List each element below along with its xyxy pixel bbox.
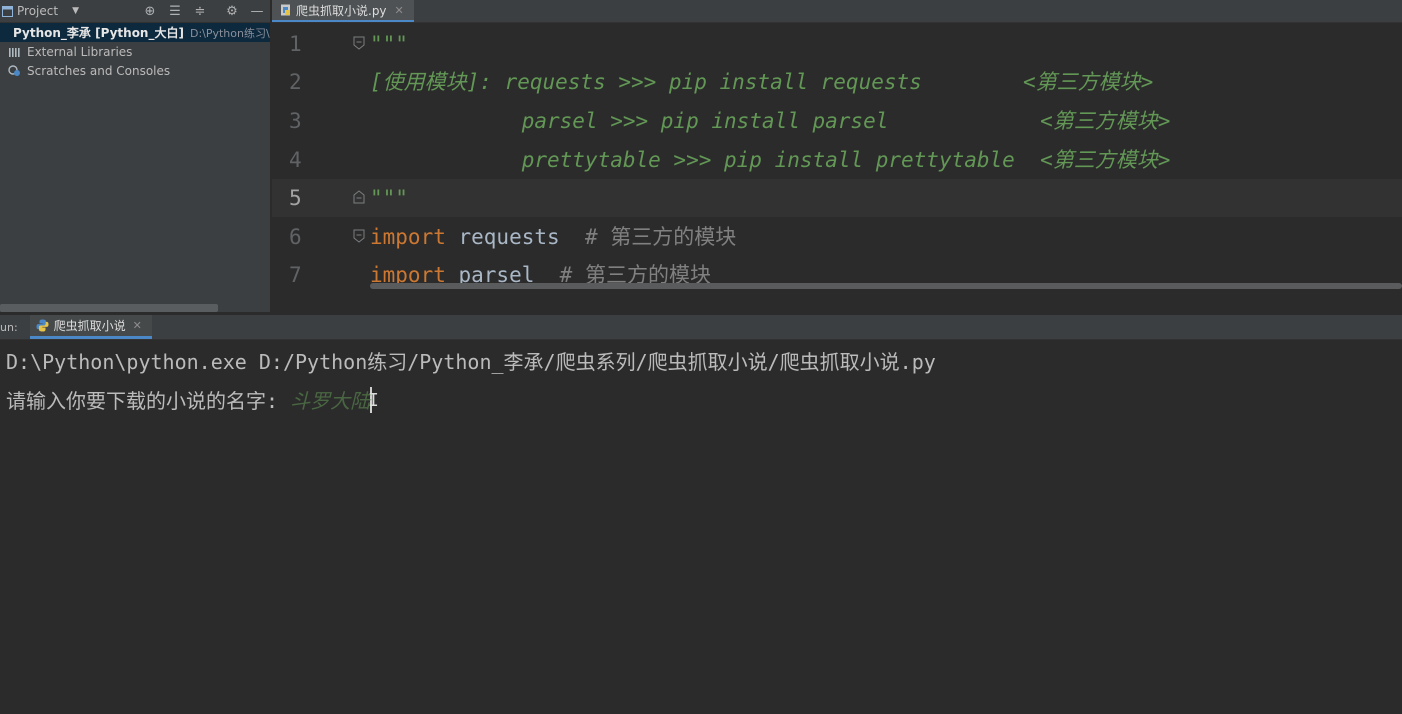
docstring-text: [使用模块]: requests >>> pip install request… [370, 70, 1154, 94]
code-line: 2 [使用模块]: requests >>> pip install reque… [272, 63, 1402, 101]
editor-area: 爬虫抓取小说.py ✕ 1 """ 2 [使用模块]: requests >>>… [272, 0, 1402, 312]
tree-item-external-libraries[interactable]: External Libraries [0, 42, 270, 61]
line-number: 1 [289, 32, 302, 56]
code-line: 1 """ [272, 25, 1402, 63]
editor-tab-bar: 爬虫抓取小说.py ✕ [272, 0, 1402, 23]
python-icon [36, 319, 49, 332]
docstring-text: parsel >>> pip install parsel <第三方模块> [370, 109, 1171, 133]
code-line: 3 parsel >>> pip install parsel <第三方模块> [272, 102, 1402, 140]
editor-tab-label: 爬虫抓取小说.py [296, 3, 387, 18]
project-horizontal-scrollbar[interactable] [0, 304, 218, 312]
line-number: 6 [289, 225, 302, 249]
keyword-import: import [370, 225, 446, 249]
console-command-line: D:\Python\python.exe D:/Python练习/Python_… [6, 350, 936, 374]
code-statement: import requests # 第三方的模块 [370, 218, 736, 256]
i-beam-cursor-icon: I [368, 390, 379, 411]
code-comment: # 第三方的模块 [584, 225, 737, 249]
collapse-all-icon[interactable]: ≑ [192, 3, 208, 19]
docstring-text: """ [370, 186, 408, 210]
docstring-text: prettytable >>> pip install prettytable … [370, 148, 1171, 172]
code-line: 4 prettytable >>> pip install prettytabl… [272, 141, 1402, 179]
tree-item-label: Python_李承 [Python_大白] [13, 26, 184, 40]
project-window-icon [2, 5, 13, 17]
line-number: 3 [289, 109, 302, 133]
run-tab-bar: un: 爬虫抓取小说 ✕ [0, 315, 1402, 340]
run-console[interactable]: D:\Python\python.exe D:/Python练习/Python_… [0, 340, 1402, 714]
run-label: un: [0, 320, 18, 334]
tree-item-label: External Libraries [27, 44, 133, 59]
docstring-text: """ [370, 32, 408, 56]
fold-icon[interactable] [353, 229, 365, 243]
code-line-current: 5 """ [272, 179, 1402, 217]
close-icon[interactable]: ✕ [395, 4, 404, 17]
scratches-icon [8, 64, 20, 76]
module-name: requests [445, 225, 585, 249]
locate-icon[interactable]: ⊕ [142, 3, 158, 19]
tree-item-path: D:\Python练习\P [189, 26, 270, 40]
expand-all-icon[interactable]: ☰ [167, 3, 183, 19]
editor-horizontal-scrollbar[interactable] [370, 283, 1402, 289]
editor-tab-file[interactable]: 爬虫抓取小说.py ✕ [272, 0, 414, 22]
minimize-icon[interactable]: — [249, 3, 265, 19]
fold-icon[interactable] [353, 36, 365, 50]
run-tab[interactable]: 爬虫抓取小说 ✕ [29, 315, 152, 339]
project-panel: Project ▼ ⊕ ☰ ≑ ⚙ — Python_李承 [Python_大白… [0, 0, 270, 312]
python-file-icon [281, 4, 290, 16]
console-input[interactable]: 斗罗大陆 [290, 389, 370, 413]
code-line: 6 import requests # 第三方的模块 [272, 218, 1402, 256]
tree-item-label: Scratches and Consoles [27, 63, 171, 78]
project-panel-header: Project ▼ ⊕ ☰ ≑ ⚙ — [0, 0, 270, 23]
console-prompt-line: 请输入你要下载的小说的名字: 斗罗大陆 [6, 385, 373, 414]
gear-icon[interactable]: ⚙ [224, 3, 240, 19]
line-number: 7 [289, 263, 302, 287]
run-tab-label: 爬虫抓取小说 [53, 319, 126, 333]
line-number: 2 [289, 70, 302, 94]
code-editor[interactable]: 1 """ 2 [使用模块]: requests >>> pip install… [272, 23, 1402, 289]
line-number: 5 [289, 186, 302, 210]
tree-item-scratches[interactable]: Scratches and Consoles [0, 61, 270, 80]
console-prompt: 请输入你要下载的小说的名字: [6, 389, 291, 413]
tree-item-project-root[interactable]: Python_李承 [Python_大白] D:\Python练习\P [0, 23, 270, 42]
project-panel-title[interactable]: Project [17, 4, 58, 18]
fold-icon[interactable] [353, 190, 365, 204]
line-number: 4 [289, 148, 302, 172]
library-icon [9, 47, 20, 57]
chevron-down-icon[interactable]: ▼ [72, 6, 79, 16]
close-icon[interactable]: ✕ [133, 319, 142, 332]
